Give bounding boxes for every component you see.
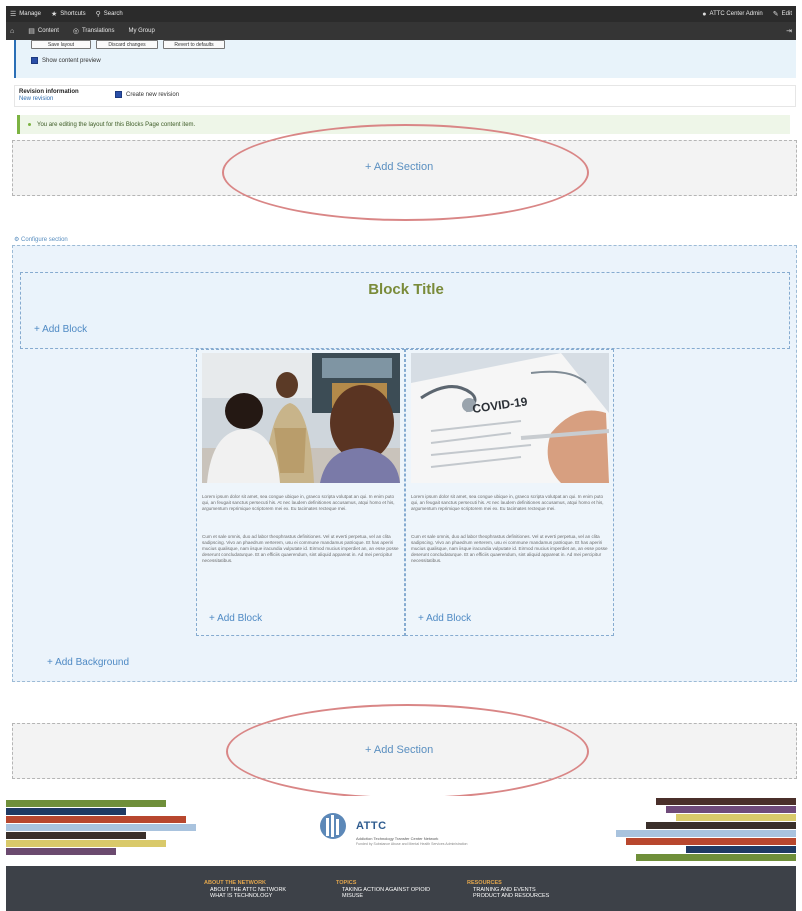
admin-toolbar: ☰ Manage ★ Shortcuts ⚲ Search ● ATTC Cen… xyxy=(6,6,796,40)
add-block-link-card-2[interactable]: + Add Block xyxy=(418,613,471,624)
card-1-paragraph-1: Lorem ipsum dolor sit amet, sea congue u… xyxy=(202,494,395,511)
attc-wordmark: ATTC xyxy=(356,820,387,832)
toolbar-edit[interactable]: ✎ Edit xyxy=(773,10,792,18)
create-revision-checkbox[interactable] xyxy=(115,91,122,98)
toolbar-top-row: ☰ Manage ★ Shortcuts ⚲ Search ● ATTC Cen… xyxy=(6,6,796,22)
pencil-icon: ✎ xyxy=(772,11,779,18)
footer-column-topics: TOPICS TAKING ACTION AGAINST OPIOID MISU… xyxy=(336,880,431,899)
content-card-1: Lorem ipsum dolor sit amet, sea congue u… xyxy=(196,349,405,636)
toolbar-manage[interactable]: ☰ Manage xyxy=(10,10,41,18)
add-background-link[interactable]: + Add Background xyxy=(47,657,129,668)
show-preview-checkbox[interactable] xyxy=(31,57,38,64)
revision-information: Revision information New revision Create… xyxy=(14,85,796,107)
revert-defaults-button[interactable]: Revert to defaults xyxy=(163,40,225,49)
attc-logo[interactable] xyxy=(318,810,348,842)
translate-icon: ◎ xyxy=(72,28,79,35)
home-link[interactable]: ⌂ xyxy=(10,28,14,35)
content-card-2: COVID-19 Lorem ipsum dolor sit amet, sea… xyxy=(405,349,614,636)
footer-link[interactable]: PRODUCT AND RESOURCES xyxy=(467,893,549,899)
save-layout-button[interactable]: Save layout xyxy=(31,40,91,49)
attc-tagline: Addiction Technology Transfer Center Net… xyxy=(356,836,439,841)
footer-link[interactable]: MISUSE xyxy=(336,893,430,899)
add-block-link-card-1[interactable]: + Add Block xyxy=(209,613,262,624)
toolbar-search[interactable]: ⚲ Search xyxy=(96,10,123,18)
add-block-link-title-region[interactable]: + Add Block xyxy=(34,324,87,335)
revision-subtitle[interactable]: New revision xyxy=(19,96,53,102)
create-revision-checkbox-row[interactable]: Create new revision xyxy=(115,91,179,98)
highlight-ellipse-bottom xyxy=(226,704,589,799)
show-preview-checkbox-row[interactable]: Show content preview xyxy=(31,57,101,64)
toolbar-shortcuts[interactable]: ★ Shortcuts xyxy=(51,10,86,18)
card-1-paragraph-2: Cum et sale omnis, duo ad labor theophra… xyxy=(202,534,399,563)
toolbar-user[interactable]: ● ATTC Center Admin xyxy=(702,11,762,18)
block-title-region: Block Title + Add Block xyxy=(20,272,790,349)
covid-form-photo: COVID-19 xyxy=(411,353,609,483)
card-2-paragraph-2: Cum et sale omnis, duo ad labor theophra… xyxy=(411,534,608,563)
block-title: Block Title xyxy=(368,281,444,298)
highlight-ellipse-top xyxy=(222,124,589,221)
configure-section-link[interactable]: ⚙ Configure section xyxy=(14,236,68,243)
toolbar-group[interactable]: My Group xyxy=(128,28,154,34)
orientation-icon: ⇥ xyxy=(786,28,792,35)
status-check-icon xyxy=(28,123,31,126)
toolbar-tray: ⌂ ▤ Content ◎ Translations My Group ⇥ xyxy=(6,22,796,40)
search-icon: ⚲ xyxy=(95,11,101,18)
star-icon: ★ xyxy=(50,11,58,18)
toolbar-translations[interactable]: ◎ Translations xyxy=(73,27,115,35)
home-icon: ⌂ xyxy=(10,27,15,35)
footer-nav: ABOUT THE NETWORK ABOUT THE ATTC NETWORK… xyxy=(6,866,796,911)
card-2-paragraph-1: Lorem ipsum dolor sit amet, sea congue u… xyxy=(411,494,604,511)
discard-changes-button[interactable]: Discard changes xyxy=(96,40,158,49)
meeting-photo xyxy=(202,353,400,483)
attc-funding-line: Funded by Substance Abuse and Mental Hea… xyxy=(356,842,468,846)
footer-banner xyxy=(6,796,796,866)
user-icon: ● xyxy=(702,10,707,18)
layout-actions-panel: Save layout Discard changes Revert to de… xyxy=(14,40,796,78)
footer-column-resources: RESOURCES TRAINING AND EVENTS PRODUCT AN… xyxy=(467,880,550,899)
layout-builder-page: ☰ Manage ★ Shortcuts ⚲ Search ● ATTC Cen… xyxy=(0,0,802,911)
toolbar-orientation-toggle[interactable]: ⇥ xyxy=(786,27,792,35)
menu-icon: ☰ xyxy=(10,11,17,18)
gear-icon: ⚙ xyxy=(14,237,22,243)
footer-link[interactable]: WHAT IS TECHNOLOGY xyxy=(204,893,286,899)
document-icon: ▤ xyxy=(28,28,35,35)
footer-column-about: ABOUT THE NETWORK ABOUT THE ATTC NETWORK… xyxy=(204,880,287,899)
toolbar-content[interactable]: ▤ Content xyxy=(28,27,59,35)
revision-title: Revision information xyxy=(19,89,79,95)
